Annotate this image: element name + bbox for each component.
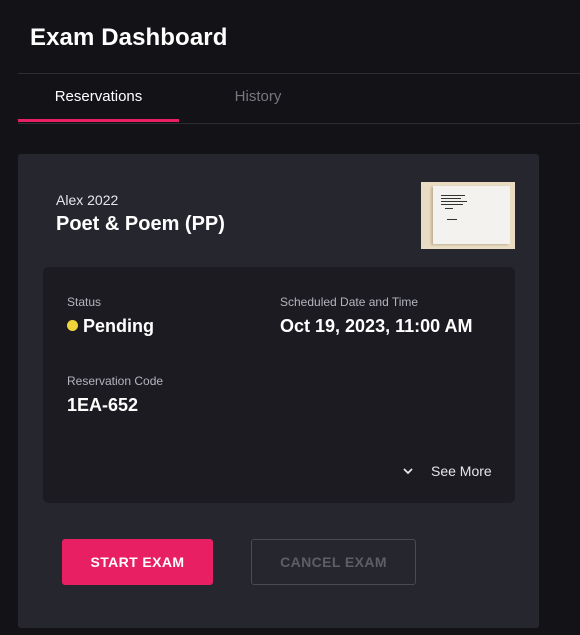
exam-subtitle: Alex 2022	[56, 192, 119, 208]
schedule-value: Oct 19, 2023, 11:00 AM	[280, 316, 473, 336]
thumbnail-document-image	[433, 186, 510, 244]
status-text: Pending	[83, 316, 154, 336]
reservation-code-value: 1EA-652	[67, 395, 139, 415]
exam-dashboard-page: Exam Dashboard Reservations History Alex…	[0, 0, 580, 635]
exam-thumbnail	[421, 182, 515, 249]
schedule-label: Scheduled Date and Time	[280, 295, 419, 309]
tabs-divider	[18, 123, 580, 124]
see-more-button[interactable]: See More	[403, 463, 492, 479]
status-value: Pending	[67, 316, 154, 337]
chevron-down-icon	[403, 467, 413, 474]
reservation-code-label: Reservation Code	[67, 374, 164, 388]
tab-bar: Reservations History	[18, 74, 580, 124]
tab-reservations[interactable]: Reservations	[18, 74, 179, 122]
reservation-card: Alex 2022 Poet & Poem (PP) Status Pendin…	[18, 154, 539, 628]
reservation-details-panel: Status Pending Scheduled Date and Time O…	[43, 267, 515, 503]
exam-name: Poet & Poem (PP)	[56, 213, 225, 235]
see-more-label: See More	[431, 463, 492, 479]
tab-history[interactable]: History	[179, 74, 337, 122]
page-title: Exam Dashboard	[30, 24, 228, 51]
status-dot-icon	[67, 320, 78, 331]
cancel-exam-button[interactable]: CANCEL EXAM	[251, 539, 416, 585]
start-exam-button[interactable]: START EXAM	[62, 539, 213, 585]
status-label: Status	[67, 295, 102, 309]
active-tab-indicator	[18, 119, 179, 122]
